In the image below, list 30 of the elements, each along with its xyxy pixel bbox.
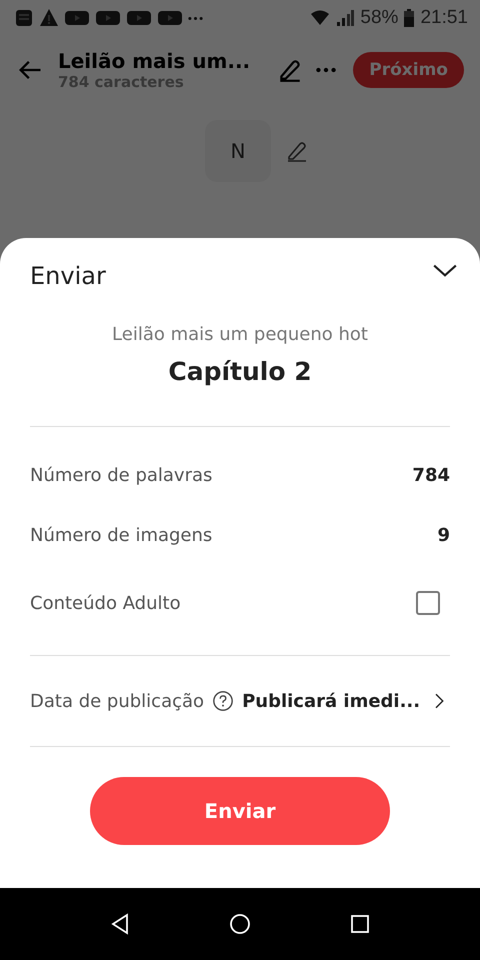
row-value: 9 <box>437 524 450 546</box>
publish-date-value[interactable]: Publicará imedi... <box>242 690 422 712</box>
more-icon <box>188 16 203 20</box>
battery-icon <box>403 8 416 28</box>
video-icon <box>64 8 90 28</box>
warning-icon <box>39 8 59 28</box>
publish-label: Data de publicação <box>30 690 204 712</box>
row-value: 784 <box>412 464 450 486</box>
checkbox[interactable] <box>416 591 440 615</box>
block-tile[interactable]: N <box>205 120 271 182</box>
pencil-icon[interactable] <box>285 139 309 163</box>
signal-icon <box>335 8 356 28</box>
chapter-title: Capítulo 2 <box>167 357 313 386</box>
row-label: Número de palavras <box>30 464 212 486</box>
row-label: Conteúdo Adulto <box>30 592 181 614</box>
next-button[interactable]: Próximo <box>353 52 464 88</box>
recents-icon[interactable] <box>348 912 372 936</box>
story-name: Leilão mais um pequeno hot <box>111 324 369 345</box>
home-icon[interactable] <box>228 912 252 936</box>
battery-percent: 58% <box>360 7 398 29</box>
story-title: Leilão mais um... <box>58 49 252 73</box>
clock: 21:51 <box>420 7 468 29</box>
notification-icon <box>14 8 34 28</box>
sheet-title: Enviar <box>30 262 106 290</box>
video-icon <box>126 8 152 28</box>
video-icon <box>157 8 183 28</box>
video-icon <box>95 8 121 28</box>
submit-button[interactable]: Enviar <box>90 777 390 845</box>
row-label: Número de imagens <box>30 524 212 546</box>
help-icon[interactable] <box>212 690 234 712</box>
